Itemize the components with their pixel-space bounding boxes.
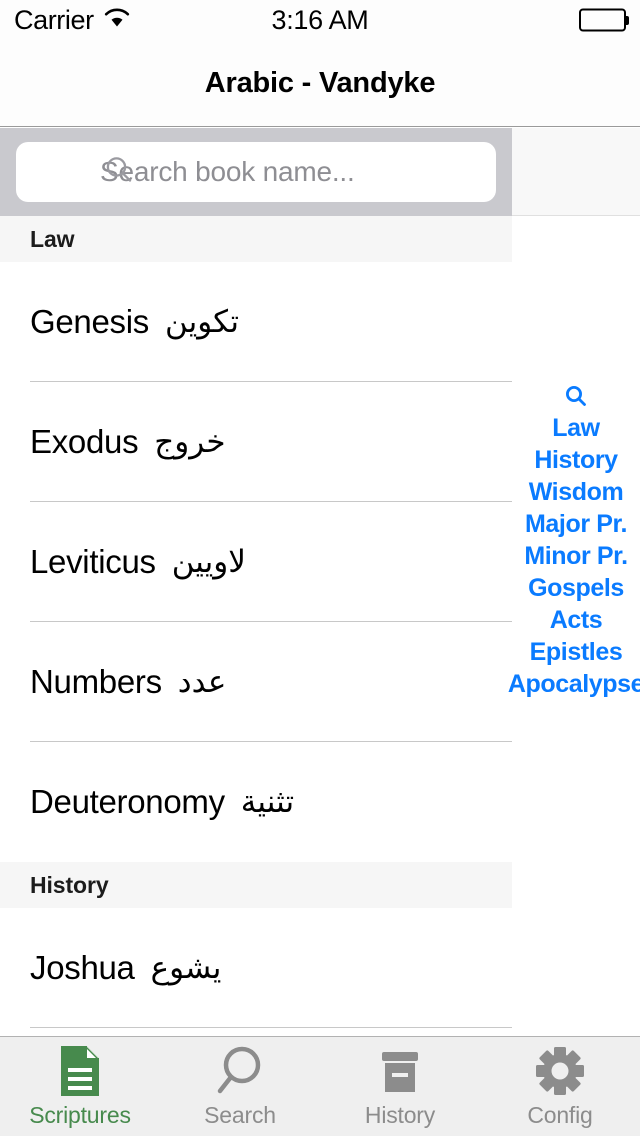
list-item[interactable]: Leviticus لاويين	[0, 502, 512, 622]
book-name-english: Deuteronomy	[30, 783, 225, 820]
tab-bar: Scriptures Search History Config	[0, 1036, 640, 1136]
battery-full-icon	[579, 8, 629, 32]
archive-box-icon	[374, 1044, 426, 1098]
list-item[interactable]: Exodus خروج	[0, 382, 512, 502]
book-name-english: Genesis	[30, 303, 149, 340]
book-name-english: Numbers	[30, 663, 162, 700]
tab-label: History	[364, 1102, 436, 1128]
book-name-arabic: لاويين	[171, 544, 246, 580]
tab-search[interactable]: Search	[160, 1037, 320, 1136]
section-index-item-gospels[interactable]: Gospels	[528, 572, 624, 604]
book-name-english: Exodus	[30, 423, 139, 460]
search-icon	[104, 155, 134, 190]
book-name-arabic: خروج	[154, 424, 226, 460]
navigation-bar: Arabic - Vandyke	[0, 40, 640, 127]
search-bar-right-filler	[512, 128, 640, 216]
tab-history[interactable]: History	[320, 1037, 480, 1136]
section-index-item-minor-prophets[interactable]: Minor Pr.	[524, 540, 628, 572]
section-index-item-apocalypse[interactable]: Apocalypse	[508, 668, 640, 700]
tab-label: Config	[527, 1102, 593, 1128]
document-icon	[57, 1044, 103, 1098]
tab-label: Search	[204, 1102, 276, 1128]
section-header-label: Law	[30, 225, 75, 252]
section-index-item-law[interactable]: Law	[552, 412, 600, 444]
page-title: Arabic - Vandyke	[204, 66, 436, 99]
section-index-bar[interactable]: Law History Wisdom Major Pr. Minor Pr. G…	[508, 380, 640, 700]
section-index-item-major-prophets[interactable]: Major Pr.	[525, 508, 627, 540]
list-item[interactable]: Joshua يشوع	[0, 908, 512, 1028]
book-name-arabic: تثنية	[240, 784, 295, 820]
list-item[interactable]: Genesis تكوين	[0, 262, 512, 382]
book-name-english: Leviticus	[30, 543, 156, 580]
section-index-item-wisdom[interactable]: Wisdom	[529, 476, 624, 508]
section-index-search-icon[interactable]	[564, 380, 588, 412]
book-name-arabic: تكوين	[164, 304, 239, 340]
gear-icon	[533, 1044, 587, 1098]
book-name-english: Joshua	[30, 949, 135, 986]
row-separator	[30, 1027, 512, 1028]
tab-config[interactable]: Config	[480, 1037, 640, 1136]
tab-label: Scriptures	[29, 1102, 131, 1128]
book-name-arabic: عدد	[177, 664, 227, 700]
book-list[interactable]: Law Genesis تكوين Exodus خروج Leviticus …	[0, 216, 512, 1036]
tab-scriptures[interactable]: Scriptures	[0, 1037, 160, 1136]
status-bar-right	[579, 8, 629, 32]
search-icon	[214, 1044, 266, 1098]
section-index-item-history[interactable]: History	[534, 444, 618, 476]
list-item[interactable]: Deuteronomy تثنية	[0, 742, 512, 862]
section-header-history: History	[0, 862, 512, 908]
search-input[interactable]: Search book name...	[16, 142, 496, 202]
search-bar-container: Search book name...	[0, 128, 512, 216]
section-index-item-epistles[interactable]: Epistles	[530, 636, 623, 668]
section-header-law: Law	[0, 216, 512, 262]
book-name-arabic: يشوع	[150, 950, 222, 986]
search-placeholder-text: Search book name...	[100, 156, 355, 187]
list-item[interactable]: Numbers عدد	[0, 622, 512, 742]
section-header-label: History	[30, 871, 109, 898]
section-index-item-acts[interactable]: Acts	[550, 604, 603, 636]
status-bar-time: 3:16 AM	[271, 4, 369, 35]
status-bar: Carrier 3:16 AM	[0, 0, 640, 40]
app-screen: Carrier 3:16 AM Arabic - Vandyke Search …	[0, 0, 640, 1136]
